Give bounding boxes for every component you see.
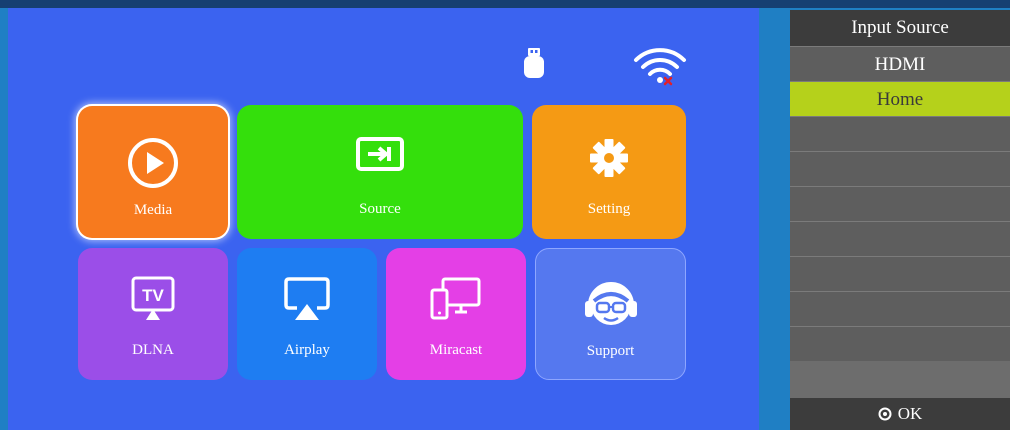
usb-drive-icon [520,46,548,80]
gear-icon [532,135,686,181]
top-strip [0,0,1010,8]
play-icon [78,136,228,190]
tile-miracast[interactable]: Miracast [386,248,526,380]
tile-airplay[interactable]: Airplay [237,248,377,380]
menu-empty-row [790,116,1010,151]
tile-source-label: Source [359,201,401,217]
wifi-disconnected-icon [632,44,688,88]
tile-media[interactable]: Media [78,106,228,238]
airplay-icon [237,276,377,322]
devices-icon [386,276,526,322]
tile-media-label: Media [133,202,173,218]
menu-empty-row [790,186,1010,221]
tile-airplay-label: Airplay [284,342,330,358]
menu-empty-row [790,256,1010,291]
tile-support-label: Support [586,343,635,359]
tile-setting-label: Setting [587,201,631,217]
menu-empty-row [790,326,1010,361]
input-source-item-hdmi[interactable]: HDMI [790,46,1010,81]
menu-empty-row [790,151,1010,186]
tile-support[interactable]: Support [535,248,686,380]
tv-cast-icon: TV [78,276,228,322]
menu-empty-row [790,291,1010,326]
input-source-item-home[interactable]: Home [790,81,1010,116]
tile-dlna-label: DLNA [132,342,174,358]
ok-button-icon [878,400,892,421]
home-launcher-screen: Media Source Setting TV DLNA Airplay Mir… [8,8,759,430]
tile-miracast-label: Miracast [429,342,483,358]
menu-empty-row [790,221,1010,256]
support-headset-icon [536,277,685,333]
menu-footer: OK [790,398,1010,430]
input-source-menu: Input Source HDMI Home OK [790,10,1010,430]
tile-setting[interactable]: Setting [532,105,686,239]
input-source-title: Input Source [790,10,1010,46]
tile-dlna[interactable]: TV DLNA [78,248,228,380]
tile-source[interactable]: Source [237,105,523,239]
svg-text:TV: TV [142,286,164,305]
input-source-icon [237,135,523,175]
ok-label: OK [897,404,923,423]
